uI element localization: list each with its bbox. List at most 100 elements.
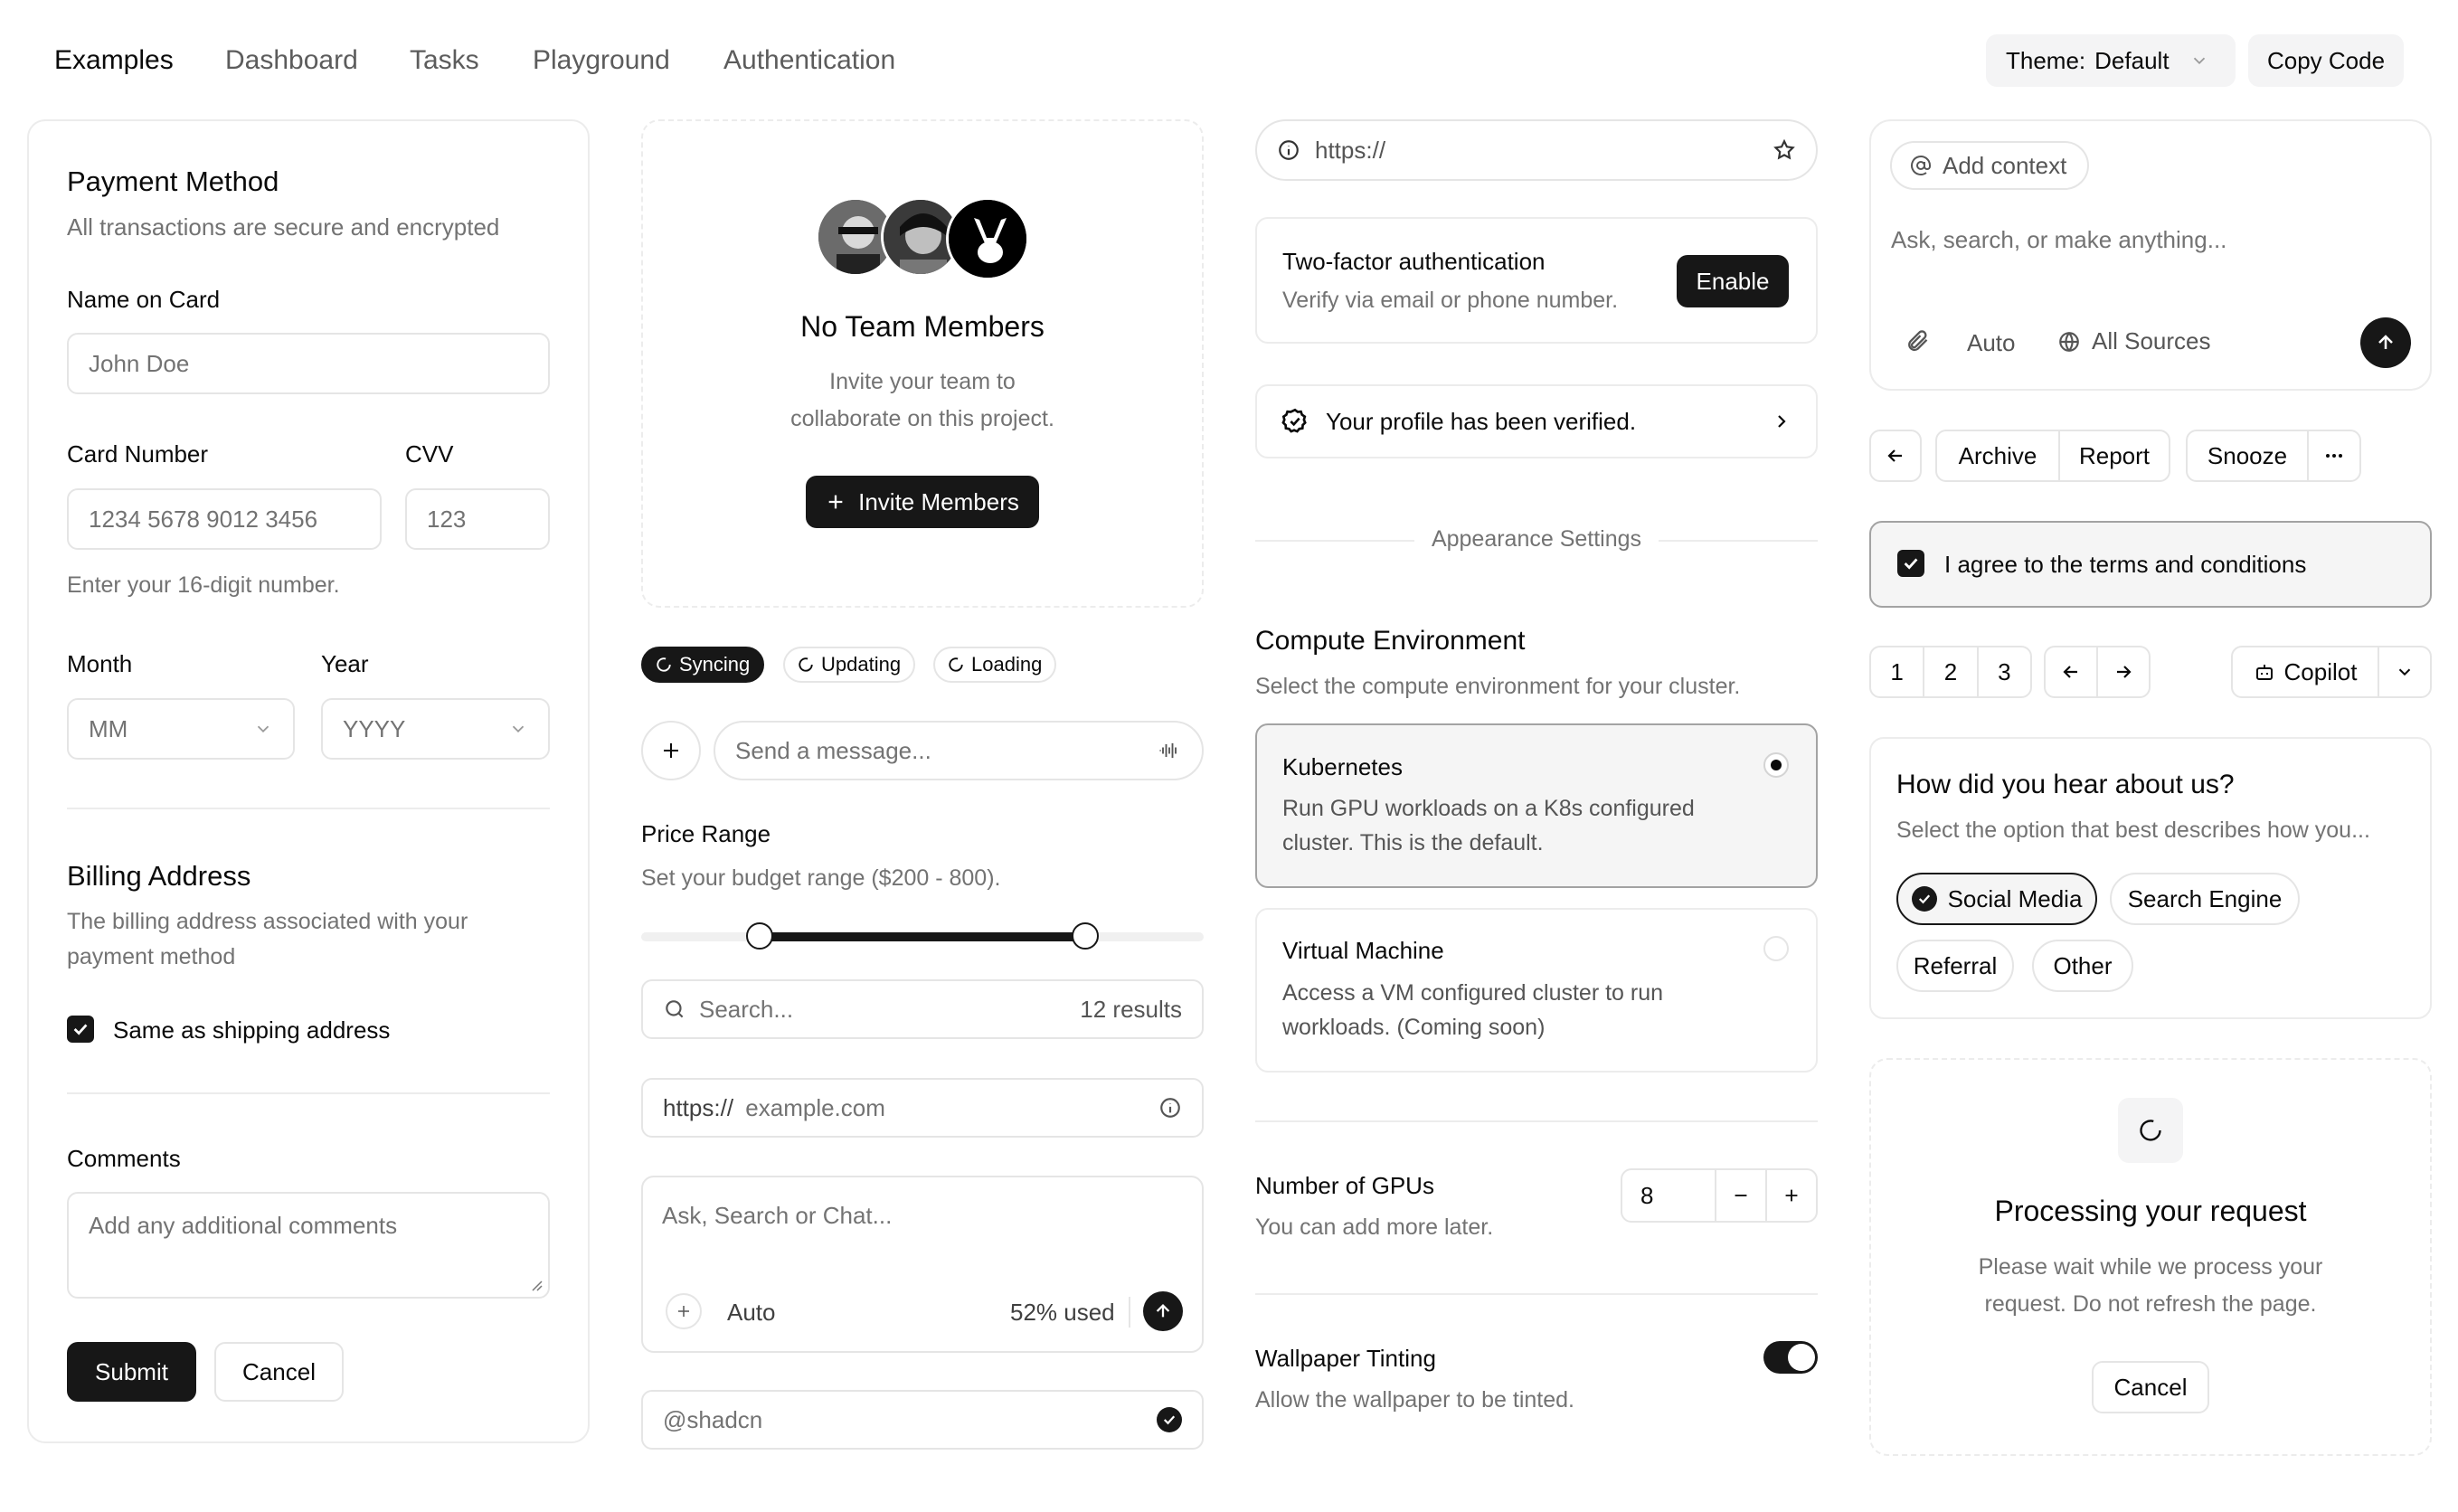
copilot-button[interactable]: Copilot [2233, 647, 2379, 696]
two-factor-title: Two-factor authentication [1282, 248, 1546, 275]
gpu-quantity-stepper[interactable]: 8 [1621, 1168, 1818, 1223]
card-number-placeholder: 1234 5678 9012 3456 [89, 505, 318, 533]
slider-thumb-min[interactable] [745, 922, 773, 950]
plus-icon [1785, 1189, 1798, 1202]
comments-placeholder: Add any additional comments [89, 1212, 398, 1239]
billing-title: Billing Address [67, 860, 251, 892]
nav-item-examples[interactable]: Examples [54, 45, 174, 76]
comments-textarea[interactable]: Add any additional comments [67, 1192, 550, 1299]
nav-item-tasks[interactable]: Tasks [410, 45, 479, 76]
search-results-count: 12 results [1080, 995, 1182, 1023]
chevron-down-icon [253, 719, 273, 739]
at-sign-icon [1911, 156, 1931, 175]
divider [1255, 1293, 1818, 1295]
copy-code-button[interactable]: Copy Code [2248, 34, 2404, 87]
info-icon[interactable] [1277, 138, 1300, 162]
nav-item-playground[interactable]: Playground [533, 45, 670, 76]
payment-subtitle: All transactions are secure and encrypte… [67, 213, 500, 241]
star-icon[interactable] [1773, 138, 1796, 162]
arrow-left-icon [2063, 666, 2077, 678]
price-slider[interactable] [641, 922, 1204, 950]
year-label: Year [321, 650, 369, 677]
increment-button[interactable] [1767, 1170, 1816, 1221]
processing-desc-line-1: Please wait while we process your [1978, 1254, 2323, 1280]
processing-cancel-button[interactable]: Cancel [2092, 1361, 2209, 1413]
theme-select[interactable]: Theme: Default [1986, 34, 2236, 87]
chat-add-button[interactable] [666, 1293, 702, 1329]
name-on-card-input[interactable]: John Doe [67, 333, 550, 394]
prompt-mode-select[interactable]: Auto [1967, 329, 2016, 357]
page-2-button[interactable]: 2 [1924, 647, 1979, 696]
previous-button[interactable] [2046, 647, 2098, 696]
option-other[interactable]: Other [2032, 940, 2133, 992]
nav-item-authentication[interactable]: Authentication [723, 45, 895, 76]
month-select[interactable]: MM [67, 698, 295, 760]
avatar [946, 197, 1029, 280]
option-referral[interactable]: Referral [1896, 940, 2014, 992]
invite-members-button[interactable]: Invite Members [806, 476, 1039, 528]
copilot-menu-button[interactable] [2379, 647, 2430, 696]
toggle-thumb [1788, 1344, 1815, 1371]
syncing-label: Syncing [679, 653, 751, 676]
gpus-desc: You can add more later. [1255, 1214, 1494, 1240]
add-context-label: Add context [1943, 151, 2067, 179]
decrement-button[interactable] [1716, 1170, 1767, 1221]
report-button[interactable]: Report [2058, 430, 2170, 482]
radio-selected[interactable] [1763, 752, 1789, 778]
divider [1255, 540, 1414, 542]
prompt-send-button[interactable] [2360, 317, 2411, 368]
cvv-input[interactable]: 123 [405, 488, 550, 550]
year-select[interactable]: YYYY [321, 698, 550, 760]
card-number-input[interactable]: 1234 5678 9012 3456 [67, 488, 382, 550]
url-input[interactable]: https:// example.com [641, 1078, 1204, 1138]
verified-profile-item[interactable]: Your profile has been verified. [1255, 384, 1818, 458]
archive-button[interactable]: Archive [1935, 430, 2060, 482]
name-on-card-placeholder: John Doe [89, 349, 190, 377]
two-factor-desc: Verify via email or phone number. [1282, 288, 1619, 313]
theme-label: Theme: [2006, 46, 2086, 74]
gpu-count-input[interactable]: 8 [1622, 1170, 1716, 1221]
same-shipping-checkbox[interactable] [67, 1016, 94, 1043]
slider-thumb-max[interactable] [1072, 922, 1100, 950]
next-button[interactable] [2098, 647, 2149, 696]
chevron-down-icon [508, 719, 528, 739]
cancel-button[interactable]: Cancel [214, 1342, 344, 1402]
option-social-media[interactable]: Social Media [1896, 873, 2097, 925]
browser-url-bar[interactable]: https:// [1255, 119, 1818, 181]
info-icon[interactable] [1158, 1096, 1182, 1120]
resize-handle-icon[interactable] [528, 1277, 543, 1291]
nav-item-dashboard[interactable]: Dashboard [225, 45, 358, 76]
terms-label: I agree to the terms and conditions [1944, 551, 2307, 578]
arrow-up-icon [1156, 1303, 1170, 1318]
updating-badge: Updating [783, 647, 916, 683]
chat-mode-select[interactable]: Auto [727, 1299, 776, 1327]
add-context-button[interactable]: Add context [1890, 141, 2089, 190]
wallpaper-toggle[interactable] [1763, 1341, 1818, 1374]
username-input[interactable]: @shadcn [641, 1390, 1204, 1450]
audio-waveform-icon[interactable] [1157, 738, 1182, 763]
option-search-engine[interactable]: Search Engine [2110, 873, 2300, 925]
more-options-button[interactable] [2307, 430, 2361, 482]
price-range-title: Price Range [641, 820, 771, 847]
chat-send-button[interactable] [1143, 1291, 1183, 1331]
card-number-label: Card Number [67, 440, 209, 468]
radio-unselected[interactable] [1763, 936, 1789, 961]
enable-button[interactable]: Enable [1677, 255, 1789, 307]
paperclip-icon[interactable] [1905, 328, 1930, 354]
page-1-button[interactable]: 1 [1871, 647, 1925, 696]
search-input[interactable]: Search... 12 results [641, 979, 1204, 1039]
terms-checkbox[interactable] [1897, 550, 1924, 577]
snooze-button[interactable]: Snooze [2186, 430, 2309, 482]
wallpaper-desc: Allow the wallpaper to be tinted. [1255, 1387, 1574, 1413]
page-3-button[interactable]: 3 [1979, 647, 2030, 696]
plus-icon [828, 495, 843, 509]
sources-select[interactable]: All Sources [2057, 327, 2211, 355]
back-button[interactable] [1869, 430, 1922, 482]
billing-desc-line-1: The billing address associated with your [67, 909, 468, 934]
survey-title: How did you hear about us? [1896, 770, 2235, 799]
add-attachment-button[interactable] [641, 721, 701, 780]
message-placeholder: Send a message... [735, 736, 931, 764]
message-input[interactable]: Send a message... [714, 721, 1204, 780]
compute-desc: Select the compute environment for your … [1255, 674, 1741, 699]
submit-button[interactable]: Submit [67, 1342, 196, 1402]
